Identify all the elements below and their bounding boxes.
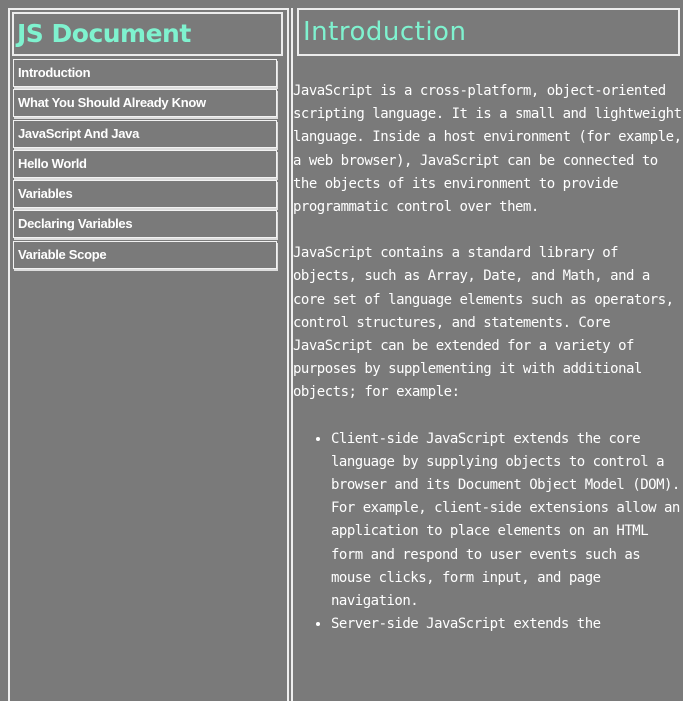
- section-body: JavaScript is a cross-platform, object-o…: [293, 80, 683, 636]
- nav-item: Declaring Variables: [13, 210, 277, 239]
- nav-item: Hello World: [13, 149, 277, 178]
- paragraph: JavaScript is a cross-platform, object-o…: [293, 83, 682, 216]
- nav-link-hello-world[interactable]: Hello World: [13, 149, 277, 178]
- page: JS Document Introduction What You Should…: [0, 0, 683, 701]
- list-item: Client-side JavaScript extends the core …: [331, 428, 683, 614]
- nav-link-variable-scope[interactable]: Variable Scope: [13, 240, 277, 269]
- nav-link-declaring-variables[interactable]: Declaring Variables: [13, 210, 277, 239]
- nav-item: Introduction: [13, 59, 277, 87]
- nav-link-introduction[interactable]: Introduction: [13, 59, 277, 87]
- nav-item: Variable Scope: [13, 240, 277, 269]
- nav-item: What You Should Already Know: [13, 89, 277, 118]
- section-title: Introduction: [297, 8, 680, 56]
- bullet-list: Client-side JavaScript extends the core …: [293, 428, 683, 637]
- nav-item: JavaScript And Java: [13, 119, 277, 148]
- nav-link-javascript-and-java[interactable]: JavaScript And Java: [13, 119, 277, 148]
- nav-link-variables[interactable]: Variables: [13, 180, 277, 209]
- navbar-title: JS Document: [12, 12, 283, 56]
- main-doc: Introduction JavaScript is a cross-platf…: [291, 8, 683, 701]
- list-item: Server-side JavaScript extends the: [331, 613, 683, 636]
- nav-item: Variables: [13, 180, 277, 209]
- nav-link-what-you-should-already-know[interactable]: What You Should Already Know: [13, 89, 277, 118]
- paragraph: JavaScript contains a standard library o…: [293, 245, 674, 401]
- nav-link-list: Introduction What You Should Already Kno…: [13, 59, 277, 271]
- navbar: JS Document Introduction What You Should…: [8, 8, 289, 701]
